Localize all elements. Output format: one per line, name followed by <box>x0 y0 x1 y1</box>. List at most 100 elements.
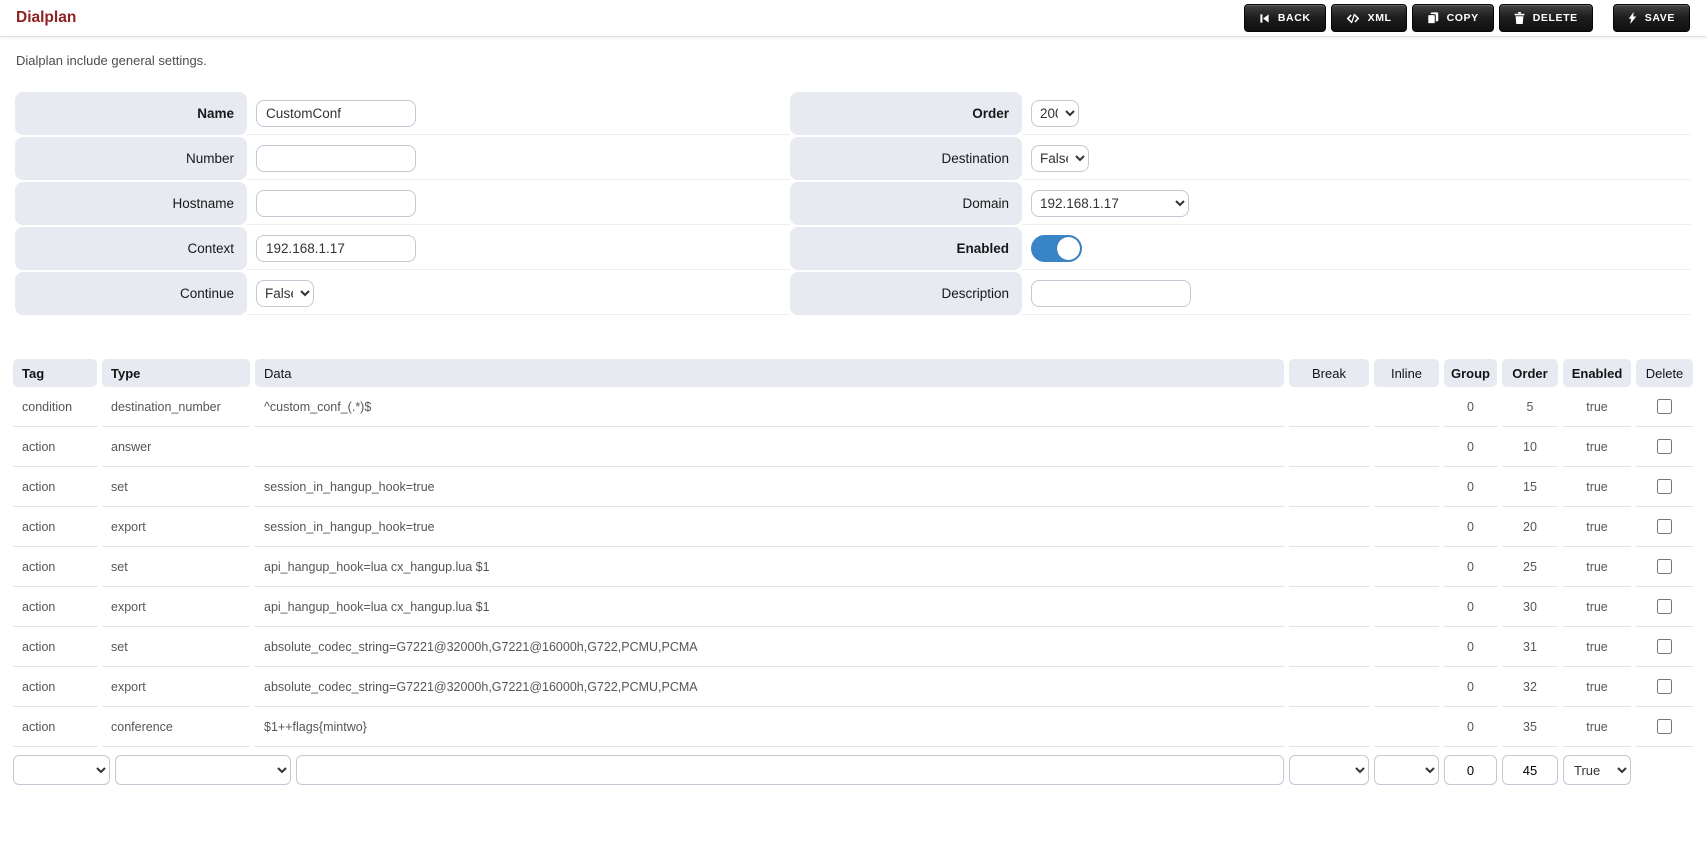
inline-cell <box>1374 547 1439 587</box>
enabled-cell: true <box>1563 507 1631 547</box>
continue-select[interactable]: False <box>256 279 314 307</box>
data-cell: api_hangup_hook=lua cx_hangup.lua $1 <box>255 547 1284 587</box>
order-cell: 5 <box>1502 387 1558 427</box>
description-field-row: Description <box>790 272 1691 315</box>
new-order-input[interactable] <box>1502 755 1558 785</box>
order-field-row: Order 200 <box>790 92 1691 135</box>
enabled-toggle[interactable] <box>1031 234 1082 262</box>
domain-label: Domain <box>790 182 1022 225</box>
delete-checkbox[interactable] <box>1657 559 1672 574</box>
break-cell <box>1289 427 1369 467</box>
data-cell: session_in_hangup_hook=true <box>255 467 1284 507</box>
new-group-input[interactable] <box>1444 755 1497 785</box>
delete-cell <box>1636 627 1693 667</box>
continue-label: Continue <box>15 272 247 315</box>
delete-checkbox[interactable] <box>1657 519 1672 534</box>
delete-checkbox[interactable] <box>1657 599 1672 614</box>
table-row: action export absolute_codec_string=G7221@… <box>13 667 1693 707</box>
enabled-cell: true <box>1563 587 1631 627</box>
column-header-data: Data <box>255 359 1284 387</box>
header-bar: Dialplan BACK XML COPY DELETE SAVE <box>0 0 1706 37</box>
hostname-field-row: Hostname <box>15 182 790 225</box>
context-input[interactable] <box>256 234 416 262</box>
back-button[interactable]: BACK <box>1243 4 1326 32</box>
new-detail-row: True <box>13 747 1693 785</box>
tag-cell: condition <box>13 387 97 427</box>
save-button[interactable]: SAVE <box>1612 4 1690 32</box>
type-cell: export <box>102 587 250 627</box>
name-input[interactable] <box>256 99 416 127</box>
inline-cell <box>1374 387 1439 427</box>
order-select[interactable]: 200 <box>1031 99 1079 127</box>
order-label: Order <box>790 92 1022 135</box>
header-actions: BACK XML COPY DELETE SAVE <box>1243 4 1690 32</box>
domain-select[interactable]: 192.168.1.17 <box>1031 189 1189 217</box>
delete-cell <box>1636 467 1693 507</box>
column-header-inline: Inline <box>1374 359 1439 387</box>
tag-cell: action <box>13 467 97 507</box>
enabled-field-cell <box>1022 227 1691 270</box>
new-enabled-select[interactable]: True <box>1563 755 1631 785</box>
save-button-label: SAVE <box>1644 12 1675 24</box>
order-cell: 15 <box>1502 467 1558 507</box>
order-cell: 30 <box>1502 587 1558 627</box>
destination-select[interactable]: False <box>1031 144 1089 172</box>
tag-cell: action <box>13 587 97 627</box>
description-label: Description <box>790 272 1022 315</box>
new-break-select[interactable] <box>1289 755 1369 785</box>
inline-cell <box>1374 427 1439 467</box>
inline-cell <box>1374 507 1439 547</box>
enabled-cell: true <box>1563 667 1631 707</box>
new-inline-select[interactable] <box>1374 755 1439 785</box>
table-row: action answer 0 10 true <box>13 427 1693 467</box>
description-input[interactable] <box>1031 279 1191 307</box>
column-header-group[interactable]: Group <box>1444 359 1497 387</box>
tag-cell: action <box>13 427 97 467</box>
hostname-input[interactable] <box>256 189 416 217</box>
delete-checkbox[interactable] <box>1657 479 1672 494</box>
delete-checkbox[interactable] <box>1657 399 1672 414</box>
context-field-row: Context <box>15 227 790 270</box>
delete-button[interactable]: DELETE <box>1498 4 1593 32</box>
tag-cell: action <box>13 707 97 747</box>
type-cell: set <box>102 547 250 587</box>
delete-checkbox[interactable] <box>1657 439 1672 454</box>
number-input[interactable] <box>256 144 416 172</box>
copy-button[interactable]: COPY <box>1411 4 1494 32</box>
delete-checkbox[interactable] <box>1657 639 1672 654</box>
group-cell: 0 <box>1444 387 1497 427</box>
xml-button-label: XML <box>1367 12 1392 24</box>
order-cell: 32 <box>1502 667 1558 707</box>
table-row: action set api_hangup_hook=lua cx_hangup.l… <box>13 547 1693 587</box>
table-row: action export session_in_hangup_hook=true 0… <box>13 507 1693 547</box>
group-cell: 0 <box>1444 707 1497 747</box>
type-cell: answer <box>102 427 250 467</box>
break-cell <box>1289 547 1369 587</box>
dialplan-details-table: Tag Type Data Break Inline Group Order Enabled D… <box>13 359 1693 785</box>
tag-cell: action <box>13 667 97 707</box>
new-data-input[interactable] <box>296 755 1284 785</box>
break-cell <box>1289 467 1369 507</box>
column-header-enabled[interactable]: Enabled <box>1563 359 1631 387</box>
new-tag-select[interactable] <box>13 755 110 785</box>
enabled-cell: true <box>1563 427 1631 467</box>
tag-cell: action <box>13 507 97 547</box>
break-cell <box>1289 627 1369 667</box>
continue-field-row: Continue False <box>15 272 790 315</box>
context-label: Context <box>15 227 247 270</box>
destination-field-row: Destination False <box>790 137 1691 180</box>
delete-checkbox[interactable] <box>1657 679 1672 694</box>
delete-checkbox[interactable] <box>1657 719 1672 734</box>
column-header-order[interactable]: Order <box>1502 359 1558 387</box>
column-header-type[interactable]: Type <box>102 359 250 387</box>
table-body: condition destination_number ^custom_conf_… <box>13 387 1693 747</box>
column-header-tag[interactable]: Tag <box>13 359 97 387</box>
new-type-select[interactable] <box>115 755 291 785</box>
type-cell: set <box>102 467 250 507</box>
enabled-cell: true <box>1563 387 1631 427</box>
back-button-label: BACK <box>1277 12 1311 24</box>
xml-button[interactable]: XML <box>1330 4 1407 32</box>
lightning-icon <box>1628 12 1637 24</box>
name-field-row: Name <box>15 92 790 135</box>
order-cell: 20 <box>1502 507 1558 547</box>
